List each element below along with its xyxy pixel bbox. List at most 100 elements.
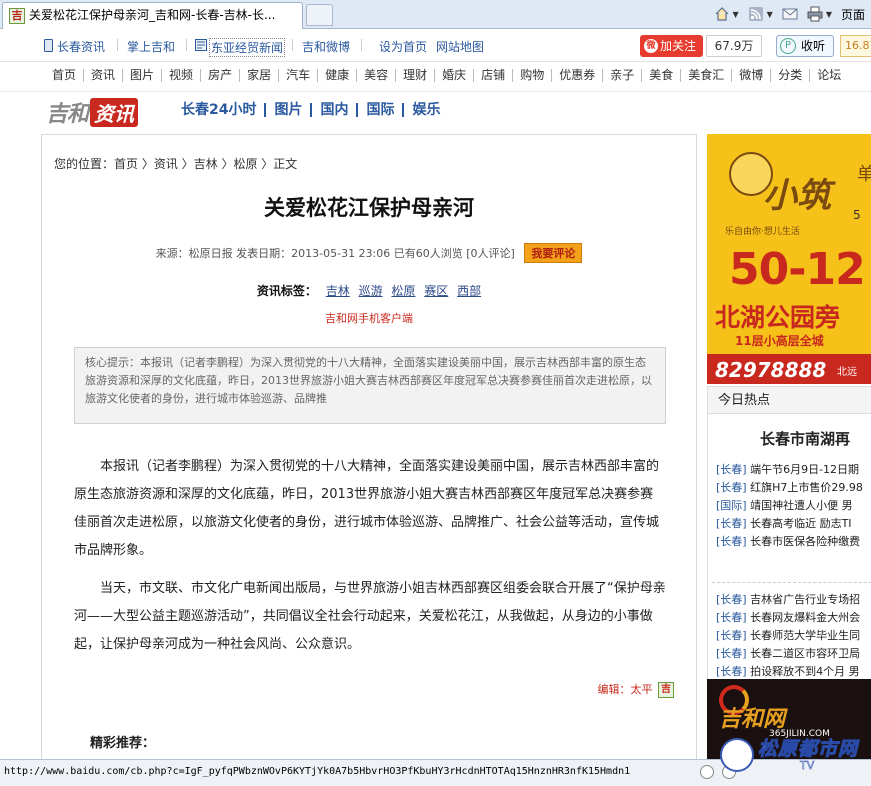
top-link-jihe-weibo[interactable]: 吉和微博 xyxy=(302,38,350,55)
top-link-changchun-news[interactable]: 长春资讯 xyxy=(57,38,105,55)
section-entertainment[interactable]: 娱乐 xyxy=(402,103,448,117)
phone-icon xyxy=(44,39,53,52)
separator xyxy=(292,39,293,51)
mobile-client-link[interactable]: 吉和网手机客户端 xyxy=(42,310,696,326)
home-dropdown-icon[interactable]: ▼ xyxy=(733,10,739,19)
tags-label: 资讯标签： xyxy=(256,284,317,298)
hot-panel-header: 今日热点 xyxy=(708,387,871,414)
browser-window: 吉 关爱松花江保护母亲河_吉和网-长春-吉林-长... ▼ ▼ ▼ 页面 长春资… xyxy=(0,0,871,786)
status-url-text: http://www.baidu.com/cb.php?c=IgF_pyfqPW… xyxy=(4,766,631,777)
channel-weibo[interactable]: 微博 xyxy=(731,69,770,82)
hot-item-category: [长春] xyxy=(716,647,747,660)
channel-news[interactable]: 资讯 xyxy=(83,69,122,82)
weibo-follow-button[interactable]: 微 加关注 xyxy=(640,35,703,57)
home-button[interactable]: ▼ xyxy=(714,6,739,22)
article-meta: 来源：松原日报 发表日期：2013-05-31 23:06 已有60人浏览 [0… xyxy=(42,243,696,263)
page-menu-button[interactable]: 页面 xyxy=(841,6,865,23)
real-estate-ad-banner[interactable]: 小筑 单 乐自由你·想儿生活 5 50-12 北湖公园旁 11层小高层全城 82… xyxy=(707,134,871,384)
qq-listener-count: 16.87 xyxy=(840,35,871,57)
section-bar: 吉和 资讯 长春24小时 图片 国内 国际 娱乐 xyxy=(0,92,871,134)
hot-list-item[interactable]: [长春] 端午节6月9日-12日期 xyxy=(716,461,859,477)
hot-list-item[interactable]: [长春] 长春市医保各险种缴费 xyxy=(716,533,860,549)
article-tags: 资讯标签： 吉林 巡游 松原 赛区 西部 xyxy=(42,282,696,299)
separator xyxy=(361,39,362,51)
channel-home-decor[interactable]: 家居 xyxy=(239,69,278,82)
channel-wedding[interactable]: 婚庆 xyxy=(434,69,473,82)
feeds-button[interactable]: ▼ xyxy=(748,6,773,22)
site-favicon-icon: 吉 xyxy=(9,8,25,24)
ad-tagline: 11层小高层全城 xyxy=(735,334,824,348)
section-international[interactable]: 国际 xyxy=(356,103,402,117)
channel-auto[interactable]: 汽车 xyxy=(278,69,317,82)
top-link-dongya-news[interactable]: 东亚经贸新闻 xyxy=(209,38,286,57)
hot-list-item[interactable]: [长春] 长春师范大学毕业生同 xyxy=(716,627,860,643)
channel-finance[interactable]: 理财 xyxy=(395,69,434,82)
hot-item-title: 长春二道区市容环卫局 xyxy=(750,647,861,660)
hot-list-item[interactable]: [长春] 长春网友爆料金大州会 xyxy=(716,609,860,625)
qq-weibo-listen-button[interactable]: P 收听 xyxy=(776,35,834,57)
print-button[interactable]: ▼ xyxy=(807,6,832,22)
browser-tab-active[interactable]: 吉 关爱松花江保护母亲河_吉和网-长春-吉林-长... xyxy=(2,2,303,29)
hot-list-item[interactable]: [国际] 靖国神社遭人小便 男 xyxy=(716,497,853,513)
hot-top-headline[interactable]: 长春市南湖再 xyxy=(760,428,850,449)
tag-link[interactable]: 吉林 xyxy=(326,284,350,298)
hot-list-item[interactable]: [长春] 红旗H7上市售价29.98 xyxy=(716,479,863,495)
top-link-sitemap[interactable]: 网站地图 xyxy=(436,38,484,55)
new-tab-button[interactable] xyxy=(306,4,333,26)
hot-list-item[interactable]: [长春] 长春二道区市容环卫局 xyxy=(716,645,860,661)
article-title: 关爱松花江保护母亲河 xyxy=(264,196,474,220)
popup-blocker-icon[interactable] xyxy=(700,765,714,779)
tag-link[interactable]: 巡游 xyxy=(359,284,383,298)
hot-list-item[interactable]: [长春] 长春高考临近 励志TI xyxy=(716,515,852,531)
section-changchun-24h[interactable]: 长春24小时 xyxy=(181,103,264,117)
section-domestic[interactable]: 国内 xyxy=(310,103,356,117)
channel-food[interactable]: 美食 xyxy=(641,69,680,82)
ad-phone-number: 82978888 xyxy=(715,358,827,382)
weibo-follower-count: 67.9万 xyxy=(706,35,762,57)
feeds-dropdown-icon[interactable]: ▼ xyxy=(767,10,773,19)
jihe-logo-icon: 吉 xyxy=(658,682,674,698)
mail-button[interactable] xyxy=(782,6,798,22)
channel-beauty[interactable]: 美容 xyxy=(356,69,395,82)
channel-video[interactable]: 视频 xyxy=(161,69,200,82)
tag-link[interactable]: 赛区 xyxy=(424,284,448,298)
hot-item-title: 拍设释放不到4个月 男 xyxy=(750,665,860,678)
ad-location: 北湖公园旁 xyxy=(715,303,841,332)
hot-item-category: [国际] xyxy=(716,499,747,512)
section-pictures[interactable]: 图片 xyxy=(264,103,310,117)
channel-food-hub[interactable]: 美食汇 xyxy=(680,69,731,82)
channel-parenting[interactable]: 亲子 xyxy=(602,69,641,82)
top-link-mobile-jihe[interactable]: 掌上吉和 xyxy=(127,38,175,55)
hot-item-title: 吉林省广告行业专场招 xyxy=(750,593,861,606)
article-summary: 核心提示：本报讯（记者李鹏程）为深入贯彻党的十八大精神，全面落实建设美丽中国，展… xyxy=(74,347,666,424)
logo-part-jihe: 吉和 xyxy=(46,102,89,127)
site-top-bar: 长春资讯 掌上吉和 东亚经贸新闻 吉和微博 设为首页 网站地图 微 加关注 67… xyxy=(0,29,871,62)
channel-health[interactable]: 健康 xyxy=(317,69,356,82)
channel-coupons[interactable]: 优惠券 xyxy=(551,69,602,82)
channel-classifieds[interactable]: 分类 xyxy=(770,69,809,82)
tab-title: 关爱松花江保护母亲河_吉和网-长春-吉林-长... xyxy=(29,8,276,22)
channel-shops[interactable]: 店铺 xyxy=(473,69,512,82)
hot-item-title: 长春师范大学毕业生同 xyxy=(750,629,861,642)
channel-realestate[interactable]: 房产 xyxy=(200,69,239,82)
article-paragraph: 当天，市文联、市文化广电新闻出版局，与世界旅游小姐吉林西部赛区组委会联合开展了“… xyxy=(74,581,666,652)
tag-link[interactable]: 松原 xyxy=(391,284,415,298)
hot-list-item[interactable]: [长春] 拍设释放不到4个月 男 xyxy=(716,663,860,679)
top-link-set-homepage[interactable]: 设为首页 xyxy=(379,38,427,55)
channel-forum[interactable]: 论坛 xyxy=(809,69,848,82)
rss-icon xyxy=(748,7,763,21)
hot-item-category: [长春] xyxy=(716,665,747,678)
hot-list-item[interactable]: [长春] 吉林省广告行业专场招 xyxy=(716,591,860,607)
songyuan-city-watermark: 松原都市网 TV xyxy=(716,728,871,778)
qq-listen-label: 收听 xyxy=(801,39,826,53)
channel-home[interactable]: 首页 xyxy=(46,69,83,82)
tag-link[interactable]: 西部 xyxy=(457,284,481,298)
breadcrumb[interactable]: 您的位置：首页 〉资讯 〉吉林 〉松原 〉正文 xyxy=(54,155,297,172)
print-dropdown-icon[interactable]: ▼ xyxy=(826,10,832,19)
channel-shopping[interactable]: 购物 xyxy=(512,69,551,82)
jihe-news-logo[interactable]: 吉和 资讯 xyxy=(46,97,139,127)
recommend-heading: 精彩推荐： xyxy=(90,736,156,751)
channel-pictures[interactable]: 图片 xyxy=(122,69,161,82)
ad-phone-note: 北远 xyxy=(837,367,857,378)
write-comment-button[interactable]: 我要评论 xyxy=(524,243,583,263)
